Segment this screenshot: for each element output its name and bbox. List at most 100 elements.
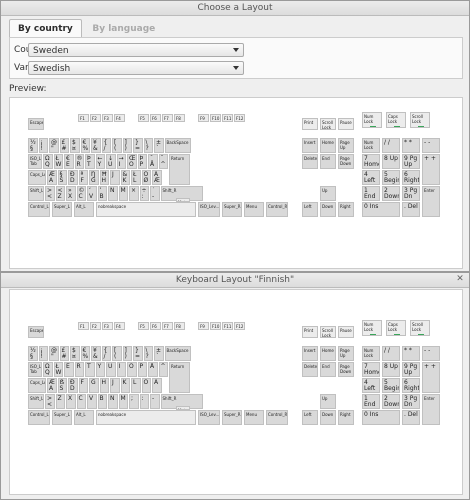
country-combo[interactable]: Sweden (28, 43, 244, 57)
key-print: Print (302, 326, 318, 338)
key-z-4: ‘ V (87, 186, 97, 201)
key-q-5: ← Y (95, 154, 105, 169)
key-kp-1: 1 End (362, 394, 380, 409)
key-num-7: { / (101, 138, 111, 153)
key-f1: F1 F1 (78, 322, 89, 330)
key-num-6: ¥ & (91, 138, 101, 153)
key-num-lock: Num Lock (362, 346, 380, 361)
key-z-0: > < (45, 394, 55, 409)
key-super-l: Super_L (52, 202, 72, 217)
key-num-12: ± ` (154, 346, 164, 361)
key-space: nobreakspace (96, 202, 196, 217)
key-q-11: ^ (158, 362, 168, 377)
key-scroll-lock: Scroll Lock (320, 326, 336, 338)
key-f9: F9 F9 (198, 114, 209, 122)
choose-layout-window: Choose a Layout By country By language C… (0, 0, 470, 272)
key-f12: F12 F12 (234, 322, 245, 330)
key-control-l: Control_L (28, 410, 50, 425)
key-z-3: C (76, 394, 86, 409)
key-super-r: Super_R (222, 410, 242, 425)
key-f11: F11 F11 (222, 114, 233, 122)
key-f12: F12 F12 (234, 114, 245, 122)
key-num-10: } = (133, 346, 143, 361)
key-a-1: § S (57, 170, 67, 185)
tab-by-country[interactable]: By country (9, 19, 82, 38)
key-f5: F5 F5 (138, 114, 149, 122)
key-kp-multiply: * * (402, 138, 420, 153)
key-q-7: → I (116, 154, 126, 169)
key-end: End (320, 154, 336, 169)
key-return: Return (169, 154, 190, 185)
led-0 (370, 334, 376, 335)
key-up: Up (320, 394, 336, 409)
key-q-0: Ω Q (43, 154, 53, 169)
key-z-6: N (108, 394, 118, 409)
key-delete: Delete (302, 154, 318, 169)
key-kp-plus: + + (422, 362, 440, 393)
key-shift-l: Shift_L (28, 394, 44, 409)
key-control-r: Control_R (266, 410, 288, 425)
key-z-3: © C (76, 186, 86, 201)
key-f6: F6 F6 (150, 114, 161, 122)
key-a-8: L (131, 378, 141, 393)
key-num-6: ¥ & (91, 346, 101, 361)
key-a-9: Ö (141, 378, 151, 393)
led-1 (394, 334, 400, 335)
key-home: Home (320, 346, 336, 361)
key-z-7: M (118, 394, 128, 409)
key-num-8: [ ( (112, 138, 122, 153)
key-a-3: F (78, 378, 88, 393)
key-insert: Insert (302, 346, 318, 361)
key-kp-0: 0 Ins (362, 410, 400, 425)
key-kp-5: 5 Begin (382, 378, 400, 393)
key-f1: F1 F1 (78, 114, 89, 122)
key-iso-level3: ISO_Lev... (198, 202, 220, 217)
key-q-6: ↓ U (106, 154, 116, 169)
variants-combo[interactable]: Swedish (28, 61, 244, 75)
key-kp-1: 1 End (362, 186, 380, 201)
key-kp-2: 2 Down (382, 186, 400, 201)
key-control-l: Control_L (28, 202, 50, 217)
key-kp-enter: Enter (422, 186, 440, 217)
key-page-up: Page Up (338, 138, 354, 153)
key-a-5: H (99, 378, 109, 393)
key-num-2: @ " (49, 138, 59, 153)
key-num-10: } = (133, 138, 143, 153)
key-insert: Insert (302, 138, 318, 153)
key-num-9: ] ) (122, 138, 132, 153)
key-print: Print (302, 118, 318, 130)
key-page-down: Page Down (338, 362, 354, 377)
key-a-6: J (110, 170, 120, 185)
key-a-10: Ä Æ (152, 170, 162, 185)
key-z-10: ˙ - (150, 186, 160, 201)
key-num-11: \ ? (143, 138, 153, 153)
key-z-1: < Z (55, 186, 65, 201)
key-f10: F10 F10 (210, 114, 221, 122)
key-f3: F3 F3 (102, 322, 113, 330)
close-icon[interactable]: ✕ (455, 274, 465, 284)
key-space: nobreakspace (96, 410, 196, 425)
key-kp-6: 6 Right (402, 170, 420, 185)
key-f4: F4 F4 (114, 114, 125, 122)
key-z-0: > < (45, 186, 55, 201)
key-f8: F8 F8 (174, 114, 185, 122)
key-pause: Pause (338, 326, 354, 338)
key-backspace: BackSpace (164, 138, 191, 153)
key-super-r: Super_R (222, 202, 242, 217)
key-q-1: Ł W (53, 154, 63, 169)
key-z-1: Z (55, 394, 65, 409)
key-kp-5: 5 Begin (382, 170, 400, 185)
key-scroll-lock: Scroll Lock (320, 118, 336, 130)
key-q-10: Å (148, 362, 158, 377)
key-num-lock: Num Lock (362, 138, 380, 153)
key-kp-divide: / / (382, 346, 400, 361)
key-escape: Escape (28, 326, 44, 338)
key-a-9: Ö Ø (141, 170, 151, 185)
key-kp-2: 2 Down (382, 394, 400, 409)
key-kp-8: 8 Up (382, 362, 400, 377)
tab-by-language[interactable]: By language (84, 20, 163, 38)
key-menu: Menu (244, 202, 264, 217)
key-f11: F11 F11 (222, 322, 233, 330)
key-kp-9: 9 Pg Up (402, 362, 420, 377)
key-right: Right (338, 202, 354, 217)
